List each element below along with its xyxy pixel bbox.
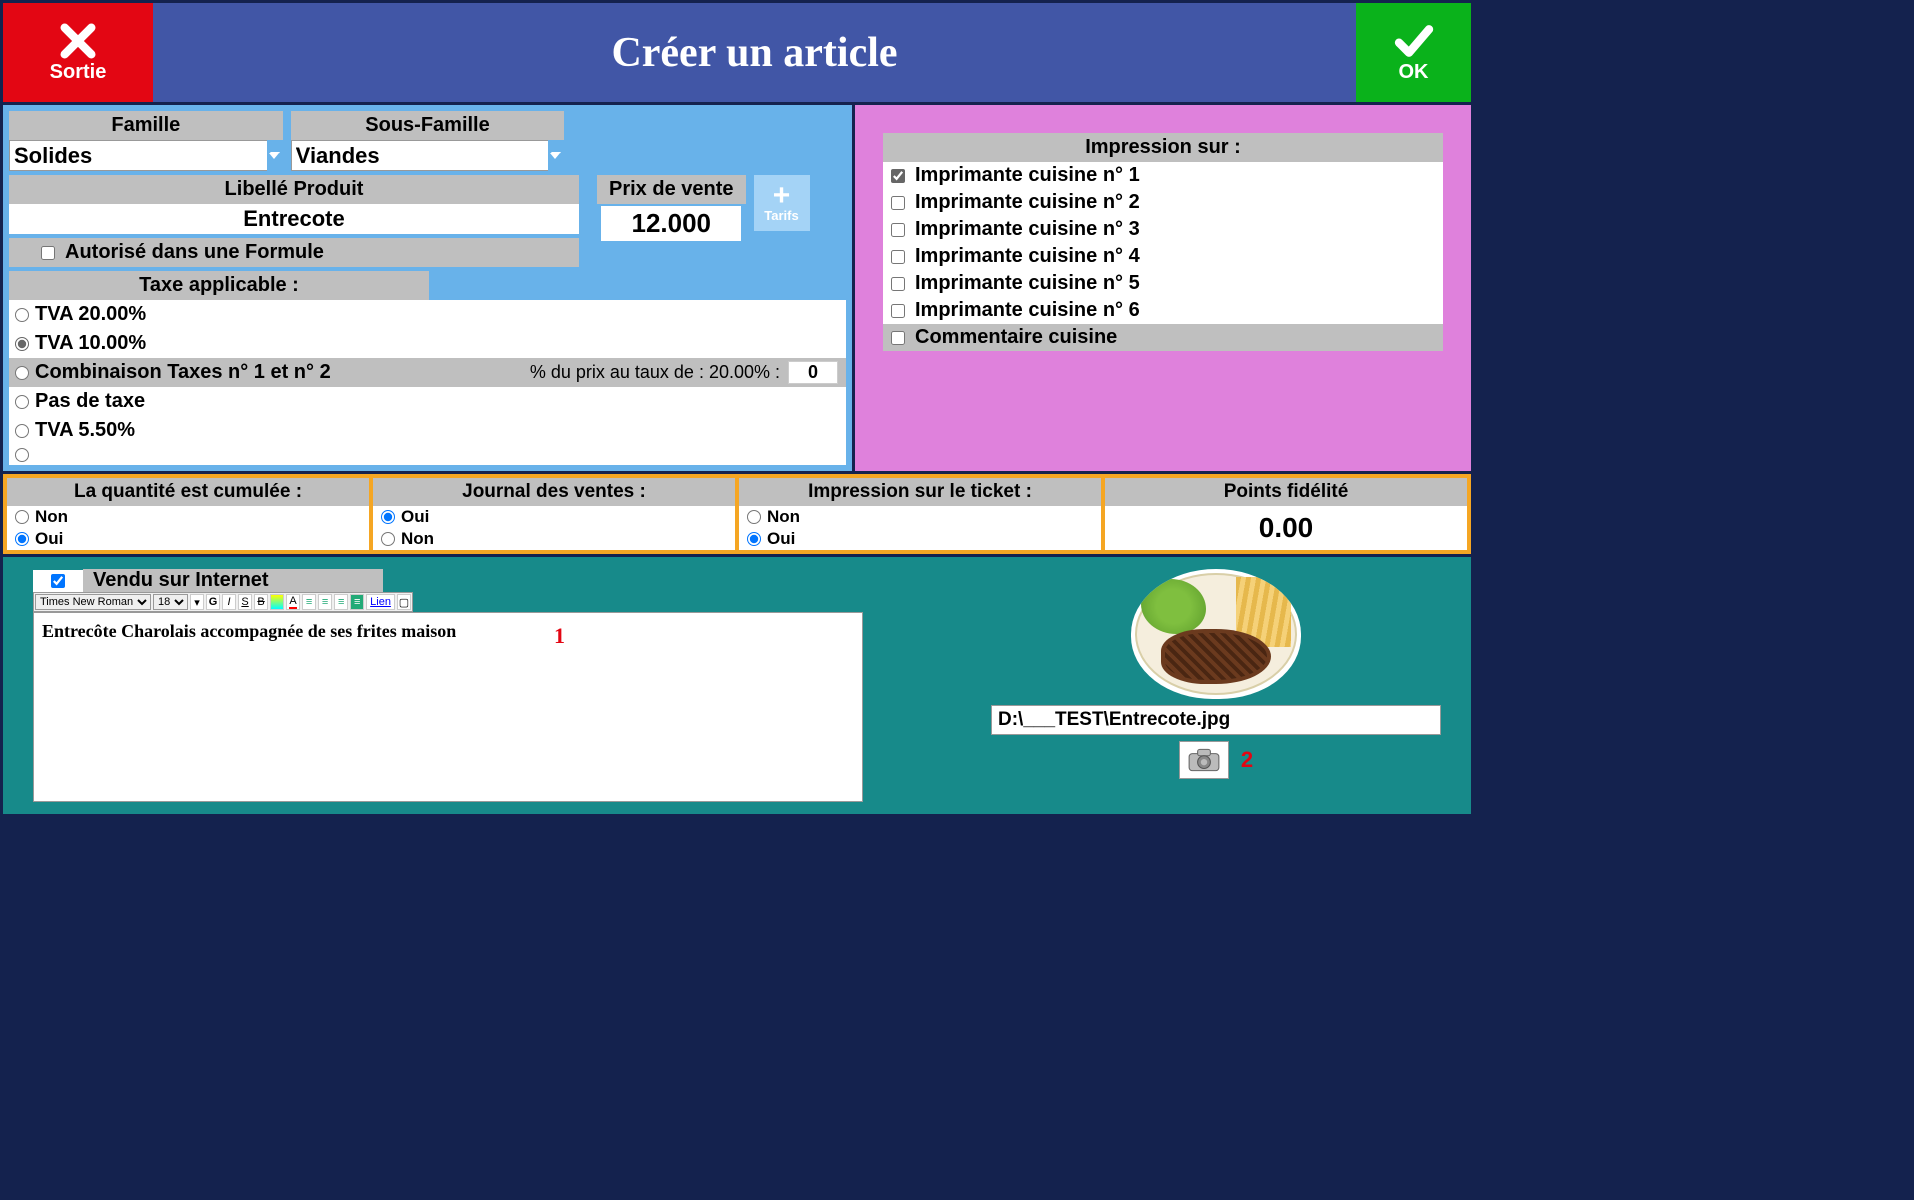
tax-combo-input[interactable] [788,361,838,384]
marker-2: 2 [1241,747,1253,773]
close-icon [53,21,103,61]
page-title: Créer un article [153,3,1356,102]
bold-button[interactable]: G [206,594,220,610]
size-select[interactable]: 18 [153,594,188,610]
tax-option[interactable] [9,445,846,465]
qty-label: La quantité est cumulée : [7,478,369,506]
image-button[interactable]: ▢ [397,594,411,610]
product-image [1131,569,1301,699]
internet-checkbox[interactable] [51,574,65,588]
journal-yes-option[interactable]: Oui [373,506,735,528]
printer-option[interactable]: Imprimante cuisine n° 2 [883,189,1443,216]
highlight-button[interactable] [270,594,284,610]
image-path-field[interactable]: D:\___TEST\Entrecote.jpg [991,705,1441,735]
options-bar: La quantité est cumulée : Non Oui Journa… [0,474,1474,557]
famille-select[interactable]: Solides [9,140,283,171]
points-label: Points fidélité [1105,478,1467,506]
font-select[interactable]: Times New Roman [35,594,151,610]
sous-famille-label: Sous-Famille [291,111,565,140]
align-center-button[interactable]: ≡ [318,594,332,610]
marker-1: 1 [554,623,565,649]
align-right-button[interactable]: ≡ [334,594,348,610]
ticket-no-option[interactable]: Non [739,506,1101,528]
qty-yes-option[interactable]: Oui [7,528,369,550]
journal-no-option[interactable]: Non [373,528,735,550]
sous-famille-select[interactable]: Viandes [291,140,565,171]
printer-option[interactable]: Imprimante cuisine n° 4 [883,243,1443,270]
printer-option[interactable]: Imprimante cuisine n° 5 [883,270,1443,297]
tax-option[interactable]: TVA 20.00% [9,300,846,329]
ticket-yes-option[interactable]: Oui [739,528,1101,550]
tarifs-label: Tarifs [764,208,798,223]
italic-button[interactable]: I [222,594,236,610]
printer-option[interactable]: Imprimante cuisine n° 6 [883,297,1443,324]
link-button[interactable]: Lien [366,594,395,610]
underline-button[interactable]: S [238,594,252,610]
tax-combo-extra: % du prix au taux de : 20.00% : [429,358,846,387]
internet-panel: Vendu sur Internet Times New Roman 18 ▾ … [0,557,1474,817]
taxe-label: Taxe applicable : [9,271,429,300]
ok-button[interactable]: OK [1356,3,1471,102]
libelle-value[interactable]: Entrecote [9,204,579,234]
plus-icon: + [773,184,791,208]
dropdown-icon[interactable]: ▾ [190,594,204,610]
editor-toolbar: Times New Roman 18 ▾ G I S B A ≡ ≡ ≡ ≡ L… [33,592,413,612]
libelle-label: Libellé Produit [9,175,579,204]
tax-option[interactable]: Pas de taxe [9,387,846,416]
exit-button[interactable]: Sortie [3,3,153,102]
check-icon [1389,21,1439,61]
exit-label: Sortie [50,61,107,84]
tarifs-button[interactable]: + Tarifs [754,175,810,231]
prix-value[interactable]: 12.000 [601,206,741,241]
internet-label: Vendu sur Internet [83,569,383,592]
strike-button[interactable]: B [254,594,268,610]
align-left-button[interactable]: ≡ [302,594,316,610]
browse-image-button[interactable] [1179,741,1229,779]
tax-option[interactable]: Combinaison Taxes n° 1 et n° 2 [9,358,429,387]
impression-label: Impression sur : [883,133,1443,162]
tax-option[interactable]: TVA 10.00% [9,329,846,358]
right-panel: Impression sur : Imprimante cuisine n° 1… [855,105,1474,474]
points-value[interactable]: 0.00 [1105,506,1467,550]
journal-label: Journal des ventes : [373,478,735,506]
famille-label: Famille [9,111,283,140]
ticket-label: Impression sur le ticket : [739,478,1101,506]
tax-option[interactable]: TVA 5.50% [9,416,846,445]
formule-label: Autorisé dans une Formule [65,241,573,264]
formule-checkbox[interactable] [41,246,55,260]
camera-icon [1187,747,1221,773]
left-panel: Famille Solides Sous-Famille Viandes Lib… [0,105,855,474]
description-editor[interactable]: Entrecôte Charolais accompagnée de ses f… [33,612,863,802]
font-color-button[interactable]: A [286,594,300,610]
printer-option[interactable]: Imprimante cuisine n° 3 [883,216,1443,243]
justify-button[interactable]: ≡ [350,594,364,610]
ok-label: OK [1399,61,1429,84]
printer-option[interactable]: Imprimante cuisine n° 1 [883,162,1443,189]
qty-no-option[interactable]: Non [7,506,369,528]
comment-cuisine-option[interactable]: Commentaire cuisine [883,324,1443,351]
prix-label: Prix de vente [597,175,746,204]
